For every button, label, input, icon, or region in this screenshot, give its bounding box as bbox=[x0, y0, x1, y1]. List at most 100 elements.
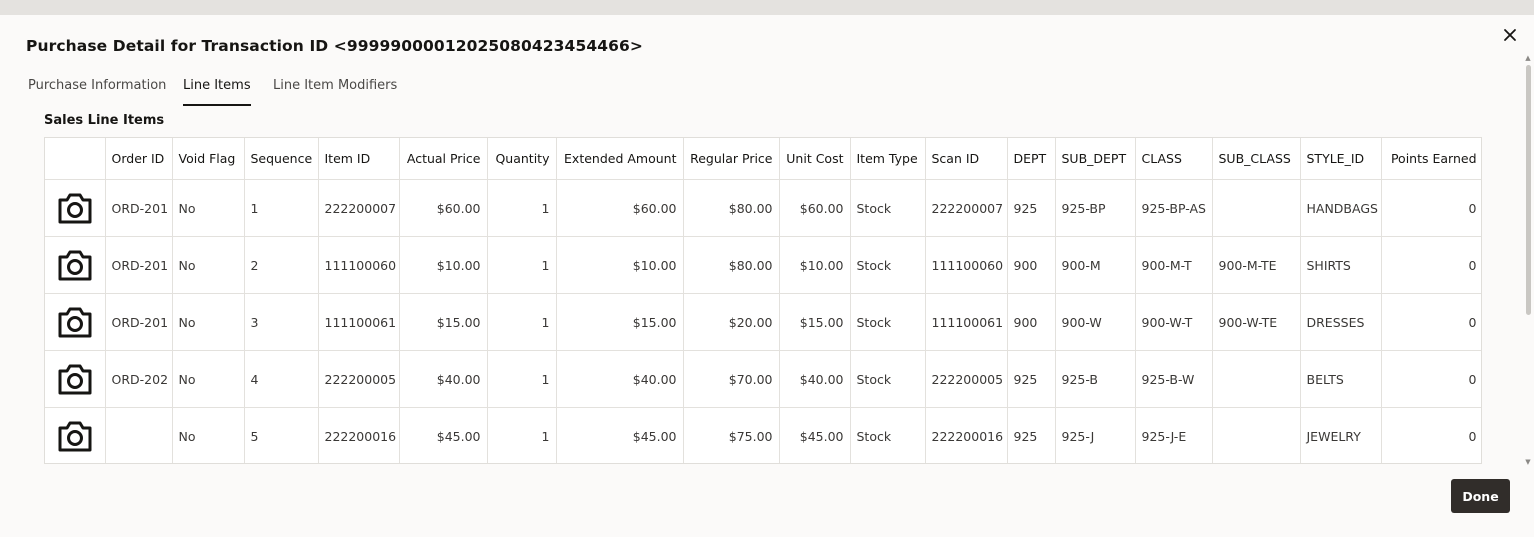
table-body: ORD-201 No 1 222200007 $60.00 1 $60.00 $… bbox=[45, 179, 1481, 463]
item-image-cell bbox=[45, 293, 106, 351]
column-header-class[interactable]: CLASS bbox=[1134, 138, 1213, 180]
order-id-cell: ORD-201 bbox=[104, 236, 173, 294]
table-row[interactable]: ORD-202 No 4 222200005 $40.00 1 $40.00 $… bbox=[45, 350, 1481, 408]
dept-cell: 900 bbox=[1006, 236, 1056, 294]
sub-dept-cell: 925-J bbox=[1054, 407, 1136, 463]
column-header-unit-cost[interactable]: Unit Cost bbox=[778, 138, 851, 180]
column-header-actual-price[interactable]: Actual Price bbox=[398, 138, 488, 180]
actual-price-cell: $60.00 bbox=[398, 179, 488, 237]
order-id-cell bbox=[104, 407, 173, 463]
class-cell: 925-J-E bbox=[1134, 407, 1213, 463]
close-icon[interactable] bbox=[1500, 25, 1520, 45]
dept-cell: 925 bbox=[1006, 350, 1056, 408]
column-header-dept[interactable]: DEPT bbox=[1006, 138, 1056, 180]
table-header-row: Order ID Void Flag Sequence Item ID Actu… bbox=[45, 138, 1481, 180]
item-id-cell: 222200007 bbox=[317, 179, 400, 237]
column-header-item-id[interactable]: Item ID bbox=[317, 138, 400, 180]
sequence-cell: 3 bbox=[243, 293, 319, 351]
extended-amount-cell: $10.00 bbox=[555, 236, 684, 294]
camera-icon[interactable] bbox=[56, 417, 94, 455]
column-header-regular-price[interactable]: Regular Price bbox=[682, 138, 780, 180]
vertical-scrollbar[interactable]: ▲ ▼ bbox=[1524, 55, 1532, 466]
unit-cost-cell: $60.00 bbox=[778, 179, 851, 237]
sub-dept-cell: 925-BP bbox=[1054, 179, 1136, 237]
void-flag-cell: No bbox=[171, 293, 245, 351]
scan-id-cell: 111100060 bbox=[924, 236, 1008, 294]
points-earned-cell: 0 bbox=[1380, 293, 1481, 351]
table-row[interactable]: ORD-201 No 3 111100061 $15.00 1 $15.00 $… bbox=[45, 293, 1481, 351]
tab-line-items[interactable]: Line Items bbox=[183, 78, 251, 106]
column-header-void-flag[interactable]: Void Flag bbox=[171, 138, 245, 180]
column-header-image bbox=[45, 138, 106, 180]
scan-id-cell: 222200005 bbox=[924, 350, 1008, 408]
quantity-cell: 1 bbox=[486, 293, 557, 351]
points-earned-cell: 0 bbox=[1380, 179, 1481, 237]
style-id-cell: BELTS bbox=[1299, 350, 1382, 408]
regular-price-cell: $75.00 bbox=[682, 407, 780, 463]
column-header-item-type[interactable]: Item Type bbox=[849, 138, 926, 180]
item-type-cell: Stock bbox=[849, 179, 926, 237]
sequence-cell: 1 bbox=[243, 179, 319, 237]
item-image-cell bbox=[45, 236, 106, 294]
tab-line-item-modifiers[interactable]: Line Item Modifiers bbox=[273, 78, 397, 104]
class-cell: 925-B-W bbox=[1134, 350, 1213, 408]
style-id-cell: JEWELRY bbox=[1299, 407, 1382, 463]
table-row[interactable]: No 5 222200016 $45.00 1 $45.00 $75.00 $4… bbox=[45, 407, 1481, 463]
done-button[interactable]: Done bbox=[1451, 479, 1510, 513]
points-earned-cell: 0 bbox=[1380, 407, 1481, 463]
sub-dept-cell: 900-W bbox=[1054, 293, 1136, 351]
table-row[interactable]: ORD-201 No 2 111100060 $10.00 1 $10.00 $… bbox=[45, 236, 1481, 294]
void-flag-cell: No bbox=[171, 236, 245, 294]
void-flag-cell: No bbox=[171, 407, 245, 463]
style-id-cell: SHIRTS bbox=[1299, 236, 1382, 294]
line-items-table: Order ID Void Flag Sequence Item ID Actu… bbox=[45, 138, 1481, 463]
quantity-cell: 1 bbox=[486, 179, 557, 237]
item-type-cell: Stock bbox=[849, 350, 926, 408]
quantity-cell: 1 bbox=[486, 236, 557, 294]
regular-price-cell: $80.00 bbox=[682, 236, 780, 294]
unit-cost-cell: $45.00 bbox=[778, 407, 851, 463]
item-id-cell: 222200005 bbox=[317, 350, 400, 408]
camera-icon[interactable] bbox=[56, 360, 94, 398]
order-id-cell: ORD-201 bbox=[104, 293, 173, 351]
item-type-cell: Stock bbox=[849, 236, 926, 294]
unit-cost-cell: $40.00 bbox=[778, 350, 851, 408]
sub-class-cell: 900-M-TE bbox=[1211, 236, 1301, 294]
style-id-cell: DRESSES bbox=[1299, 293, 1382, 351]
points-earned-cell: 0 bbox=[1380, 350, 1481, 408]
regular-price-cell: $80.00 bbox=[682, 179, 780, 237]
camera-icon[interactable] bbox=[56, 303, 94, 341]
points-earned-cell: 0 bbox=[1380, 236, 1481, 294]
column-header-quantity[interactable]: Quantity bbox=[486, 138, 557, 180]
column-header-sub-dept[interactable]: SUB_DEPT bbox=[1054, 138, 1136, 180]
actual-price-cell: $10.00 bbox=[398, 236, 488, 294]
column-header-order-id[interactable]: Order ID bbox=[104, 138, 173, 180]
void-flag-cell: No bbox=[171, 350, 245, 408]
extended-amount-cell: $45.00 bbox=[555, 407, 684, 463]
extended-amount-cell: $40.00 bbox=[555, 350, 684, 408]
sub-class-cell bbox=[1211, 179, 1301, 237]
tab-purchase-information[interactable]: Purchase Information bbox=[28, 78, 166, 104]
column-header-points-earned[interactable]: Points Earned bbox=[1380, 138, 1481, 180]
regular-price-cell: $20.00 bbox=[682, 293, 780, 351]
dept-cell: 925 bbox=[1006, 407, 1056, 463]
camera-icon[interactable] bbox=[56, 246, 94, 284]
style-id-cell: HANDBAGS bbox=[1299, 179, 1382, 237]
order-id-cell: ORD-202 bbox=[104, 350, 173, 408]
column-header-sequence[interactable]: Sequence bbox=[243, 138, 319, 180]
scrollbar-thumb[interactable] bbox=[1526, 65, 1531, 315]
column-header-extended-amount[interactable]: Extended Amount bbox=[555, 138, 684, 180]
item-image-cell bbox=[45, 350, 106, 408]
column-header-scan-id[interactable]: Scan ID bbox=[924, 138, 1008, 180]
column-header-sub-class[interactable]: SUB_CLASS bbox=[1211, 138, 1301, 180]
table-row[interactable]: ORD-201 No 1 222200007 $60.00 1 $60.00 $… bbox=[45, 179, 1481, 237]
class-cell: 900-W-T bbox=[1134, 293, 1213, 351]
regular-price-cell: $70.00 bbox=[682, 350, 780, 408]
dept-cell: 925 bbox=[1006, 179, 1056, 237]
scan-id-cell: 222200016 bbox=[924, 407, 1008, 463]
extended-amount-cell: $60.00 bbox=[555, 179, 684, 237]
camera-icon[interactable] bbox=[56, 189, 94, 227]
column-header-style-id[interactable]: STYLE_ID bbox=[1299, 138, 1382, 180]
actual-price-cell: $15.00 bbox=[398, 293, 488, 351]
sub-class-cell bbox=[1211, 407, 1301, 463]
